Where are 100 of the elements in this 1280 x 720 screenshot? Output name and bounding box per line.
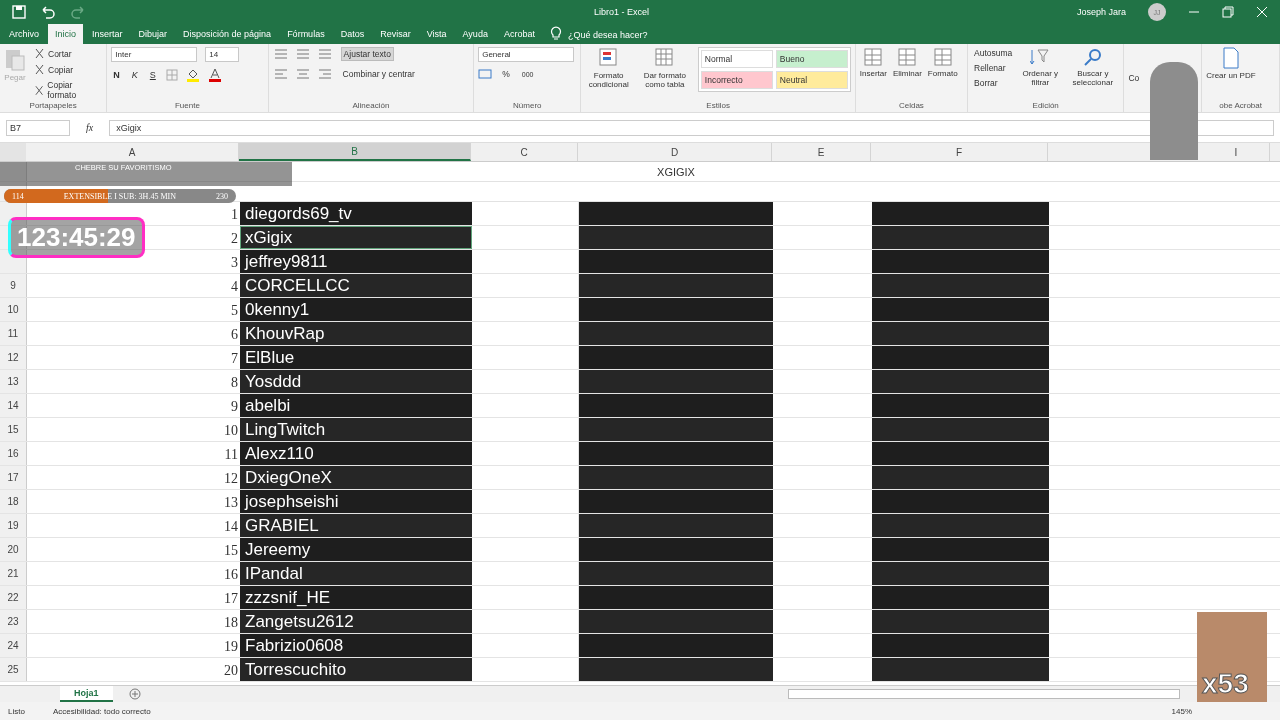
horizontal-scrollbar[interactable] (788, 689, 1180, 699)
clipboard-button[interactable]: Copiar formato (32, 79, 103, 101)
name-box[interactable]: B7 (6, 119, 70, 136)
ribbon-tab[interactable]: Datos (333, 24, 372, 44)
close-icon[interactable] (1256, 6, 1268, 18)
table-cell[interactable] (579, 250, 773, 273)
create-pdf-button[interactable]: Crear un PDF (1206, 47, 1256, 80)
table-cell[interactable]: IPandal (240, 562, 472, 585)
table-cell[interactable] (872, 370, 1049, 393)
ribbon-tab[interactable]: Disposición de página (176, 24, 279, 44)
table-cell[interactable] (579, 346, 773, 369)
clipboard-button[interactable]: Cortar (32, 47, 103, 60)
find-select-button[interactable]: Buscar y seleccionar (1066, 47, 1120, 87)
table-cell[interactable] (872, 490, 1049, 513)
table-cell[interactable] (872, 322, 1049, 345)
ribbon-tab[interactable]: Insertar (85, 24, 130, 44)
percent-button[interactable]: % (500, 68, 512, 80)
bold-button[interactable]: N (111, 70, 122, 80)
table-cell[interactable] (872, 634, 1049, 657)
table-cell[interactable]: Yosddd (240, 370, 472, 393)
column-header[interactable]: C (471, 143, 578, 161)
table-cell[interactable] (579, 562, 773, 585)
accessibility-status[interactable]: Accesibilidad: todo correcto (52, 706, 151, 716)
table-cell[interactable]: GRABIEL (240, 514, 472, 537)
zoom-level[interactable]: 145% (1171, 706, 1192, 716)
table-cell[interactable] (872, 514, 1049, 537)
table-cell[interactable] (872, 250, 1049, 273)
cells-button[interactable]: Eliminar (892, 47, 922, 78)
tell-me-search[interactable]: ¿Qué desea hacer? (563, 26, 652, 44)
column-header[interactable]: F (871, 143, 1048, 161)
add-ins-button[interactable]: Co (1128, 73, 1140, 83)
align-icon[interactable] (272, 47, 333, 61)
column-header[interactable]: B (239, 143, 471, 161)
ribbon-tab[interactable]: Dibujar (131, 24, 175, 44)
table-cell[interactable] (579, 226, 773, 249)
column-header[interactable]: E (772, 143, 871, 161)
table-cell[interactable] (872, 538, 1049, 561)
cells-button[interactable]: Formato (927, 47, 958, 78)
ribbon-tab[interactable]: Inicio (48, 24, 84, 44)
table-cell[interactable] (579, 322, 773, 345)
table-cell[interactable]: josephseishi (240, 490, 472, 513)
table-cell[interactable] (872, 394, 1049, 417)
ribbon-tab[interactable]: Archivo (2, 24, 46, 44)
add-sheet-icon[interactable] (128, 688, 141, 700)
undo-icon[interactable] (40, 5, 56, 19)
table-cell[interactable] (872, 202, 1049, 225)
table-cell[interactable] (579, 586, 773, 609)
table-cell[interactable]: Jereemy (240, 538, 472, 561)
table-cell[interactable]: CORCELLCC (240, 274, 472, 297)
table-cell[interactable] (579, 370, 773, 393)
insert-function-button[interactable]: fx (78, 122, 102, 133)
ribbon-tab[interactable]: Ayuda (455, 24, 495, 44)
table-cell[interactable]: diegords69_tv (240, 202, 472, 225)
table-cell[interactable] (872, 226, 1049, 249)
table-cell[interactable]: jeffrey9811 (240, 250, 472, 273)
table-cell[interactable] (872, 442, 1049, 465)
conditional-format-button[interactable]: Formato condicional (585, 47, 632, 89)
save-icon[interactable] (12, 5, 26, 19)
cell-style-option[interactable]: Neutral (775, 71, 848, 89)
table-cell[interactable] (872, 586, 1049, 609)
table-cell[interactable] (872, 346, 1049, 369)
sort-filter-button[interactable]: Ordenar y filtrar (1020, 47, 1061, 87)
font-family-field[interactable]: Inter (111, 47, 198, 62)
font-color-icon[interactable] (207, 68, 222, 82)
table-cell[interactable] (872, 298, 1049, 321)
currency-icon[interactable] (478, 68, 493, 80)
table-cell[interactable] (872, 418, 1049, 441)
wrap-text-button[interactable]: Ajustar texto (340, 47, 394, 61)
cells-button[interactable]: Insertar (859, 47, 887, 78)
table-cell[interactable] (579, 634, 773, 657)
table-cell[interactable]: abelbi (240, 394, 472, 417)
ribbon-tab[interactable]: Acrobat (496, 24, 542, 44)
table-cell[interactable]: Fabrizio0608 (240, 634, 472, 657)
table-cell[interactable] (579, 274, 773, 297)
table-cell[interactable] (579, 394, 773, 417)
table-cell[interactable]: Zangetsu2612 (240, 610, 472, 633)
align-icon[interactable] (272, 67, 333, 81)
table-cell[interactable] (579, 538, 773, 561)
italic-button[interactable]: K (129, 70, 140, 80)
table-cell[interactable] (579, 298, 773, 321)
clipboard-button[interactable]: Copiar (32, 63, 103, 76)
table-cell[interactable] (872, 610, 1049, 633)
borders-icon[interactable] (165, 69, 178, 81)
table-cell[interactable] (579, 442, 773, 465)
column-header[interactable]: I (1203, 143, 1270, 161)
table-cell[interactable]: Torrescuchito (240, 658, 472, 681)
ribbon-tab[interactable]: Fórmulas (280, 24, 332, 44)
format-as-table-button[interactable]: Dar formato como tabla (637, 47, 692, 89)
editing-button[interactable]: Autosuma (972, 47, 1015, 59)
table-cell[interactable] (872, 658, 1049, 681)
underline-button[interactable]: S (147, 70, 158, 80)
cell-style-option[interactable]: Normal (700, 50, 773, 68)
table-cell[interactable] (872, 466, 1049, 489)
table-cell[interactable] (579, 514, 773, 537)
cell-style-option[interactable]: Incorrecto (700, 71, 773, 89)
table-cell[interactable] (579, 202, 773, 225)
table-cell[interactable] (872, 562, 1049, 585)
select-all-corner[interactable] (0, 143, 26, 161)
cell-style-option[interactable]: Bueno (775, 50, 848, 68)
table-cell[interactable]: xGigix (240, 226, 472, 249)
